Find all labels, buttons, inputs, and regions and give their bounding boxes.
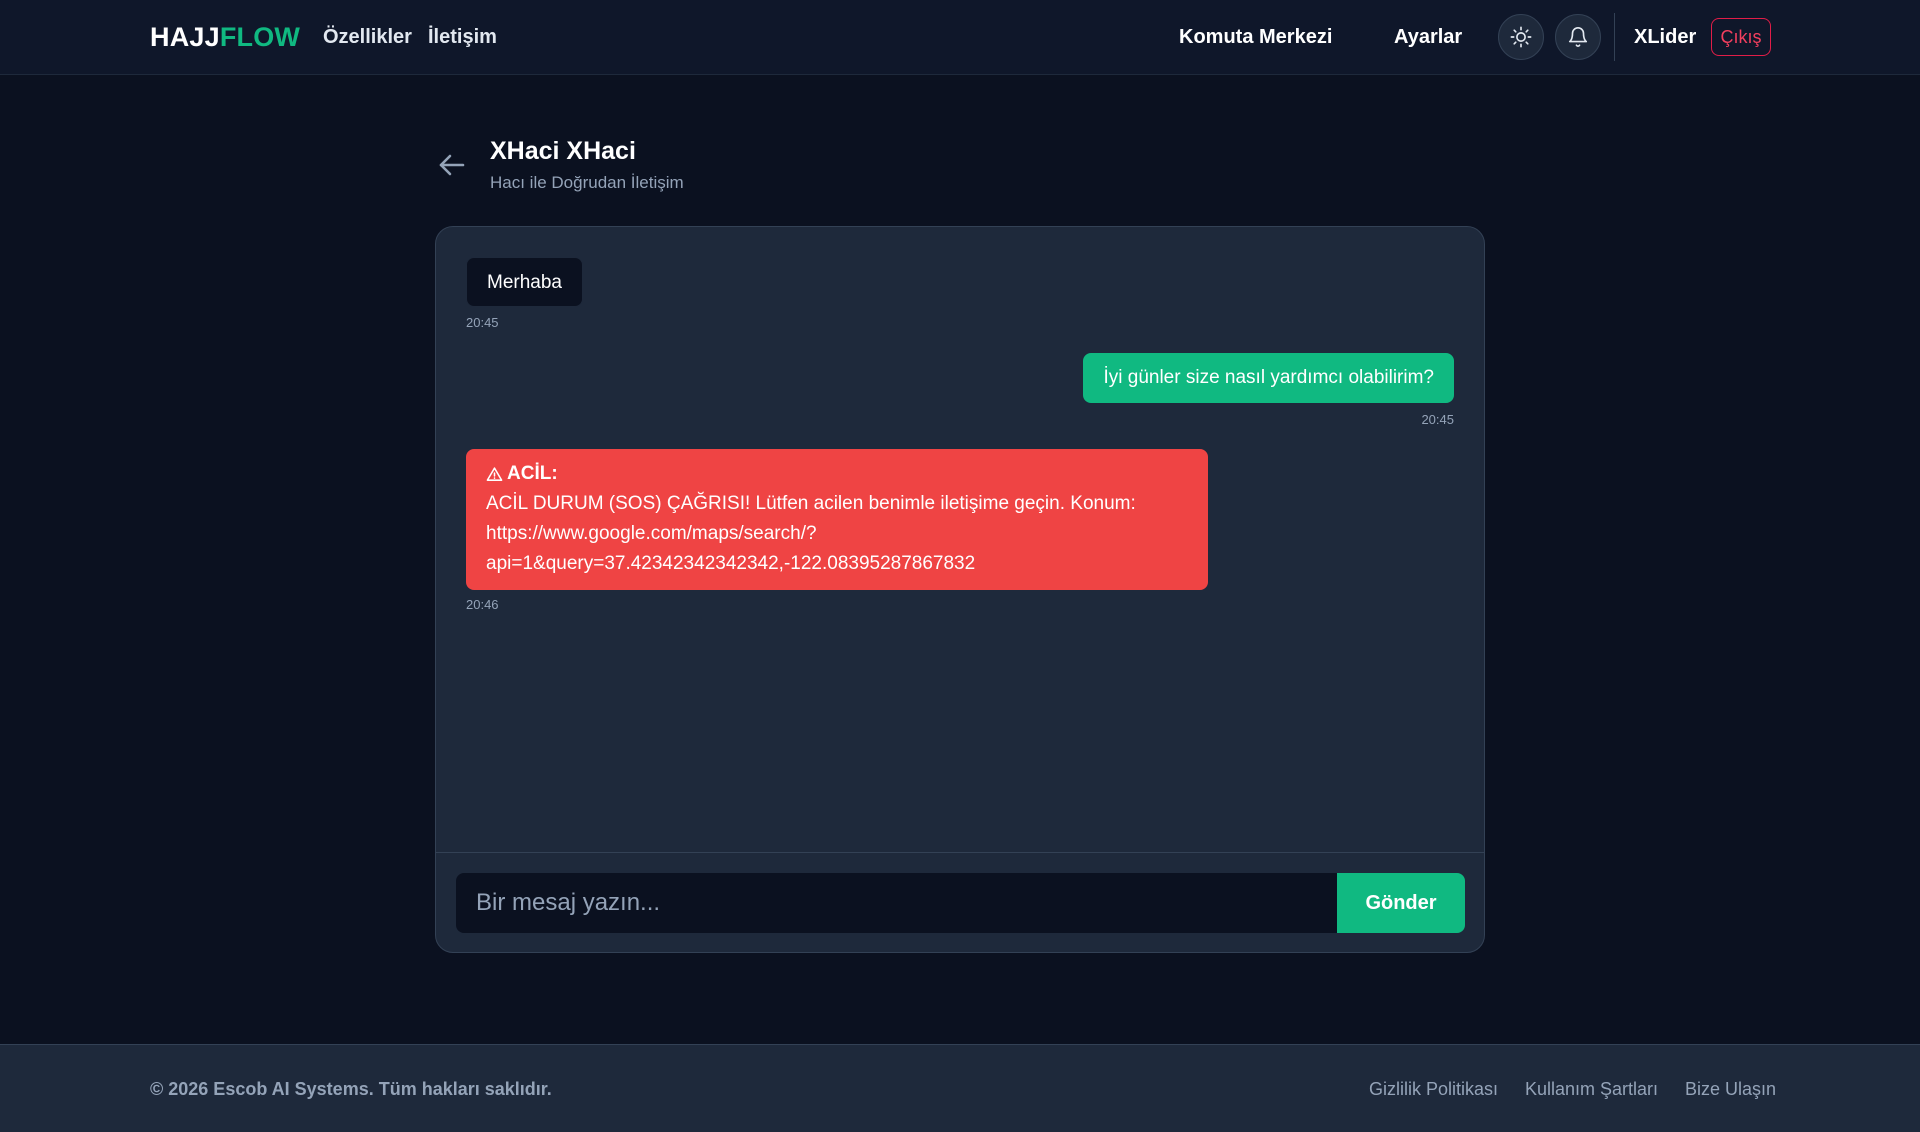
- composer-divider: [436, 852, 1484, 853]
- hajjflow-logo[interactable]: HAJJFLOW: [150, 22, 300, 53]
- send-button[interactable]: Gönder: [1337, 873, 1465, 933]
- message-time: 20:45: [466, 315, 499, 330]
- message-bubble-incoming: Merhaba: [466, 257, 583, 307]
- header-divider: [1614, 13, 1615, 61]
- chat-panel: Merhaba 20:45 İyi günler size nasıl yard…: [435, 226, 1485, 953]
- message-time: 20:45: [1421, 412, 1454, 427]
- contact-us-link[interactable]: Bize Ulaşın: [1685, 1079, 1776, 1100]
- logo-flow: FLOW: [219, 22, 301, 52]
- terms-of-use-link[interactable]: Kullanım Şartları: [1525, 1079, 1658, 1100]
- message-input[interactable]: [456, 873, 1337, 933]
- page-subtitle: Hacı ile Doğrudan İletişim: [490, 173, 684, 192]
- command-center-link[interactable]: Komuta Merkezi: [1179, 26, 1332, 49]
- sun-icon: [1510, 26, 1532, 48]
- settings-link[interactable]: Ayarlar: [1394, 26, 1462, 49]
- privacy-policy-link[interactable]: Gizlilik Politikası: [1369, 1079, 1498, 1100]
- emergency-message-bubble: ACİL: ACİL DURUM (SOS) ÇAĞRISI! Lütfen a…: [466, 449, 1208, 590]
- warning-icon: [486, 466, 503, 481]
- footer: © 2026 Escob AI Systems. Tüm hakları sak…: [0, 1044, 1920, 1132]
- emergency-header: ACİL:: [486, 459, 1188, 489]
- message-bubble-outgoing: İyi günler size nasıl yardımcı olabiliri…: [1083, 353, 1454, 403]
- nav-features-link[interactable]: Özellikler: [323, 26, 412, 49]
- back-arrow-icon[interactable]: [436, 149, 468, 181]
- emergency-label: ACİL:: [507, 463, 558, 484]
- nav-contact-link[interactable]: İletişim: [428, 26, 497, 49]
- message-time: 20:46: [466, 597, 499, 612]
- emergency-link-line2[interactable]: api=1&query=37.42342342342342,-122.08395…: [486, 549, 1188, 579]
- copyright-text: © 2026 Escob AI Systems. Tüm hakları sak…: [150, 1079, 552, 1099]
- emergency-text-line1: ACİL DURUM (SOS) ÇAĞRISI! Lütfen acilen …: [486, 493, 1136, 514]
- page-title: XHaci XHaci: [490, 137, 636, 165]
- top-navbar: HAJJFLOW Özellikler İletişim Komuta Merk…: [0, 0, 1920, 75]
- theme-toggle-button[interactable]: [1498, 14, 1544, 60]
- emergency-link-line1[interactable]: https://www.google.com/maps/search/?: [486, 519, 1188, 549]
- username-label: XLider: [1634, 26, 1697, 48]
- logout-button[interactable]: Çıkış: [1711, 18, 1771, 56]
- bell-icon: [1568, 27, 1588, 47]
- logo-hajj: HAJJ: [150, 22, 220, 52]
- notifications-button[interactable]: [1555, 14, 1601, 60]
